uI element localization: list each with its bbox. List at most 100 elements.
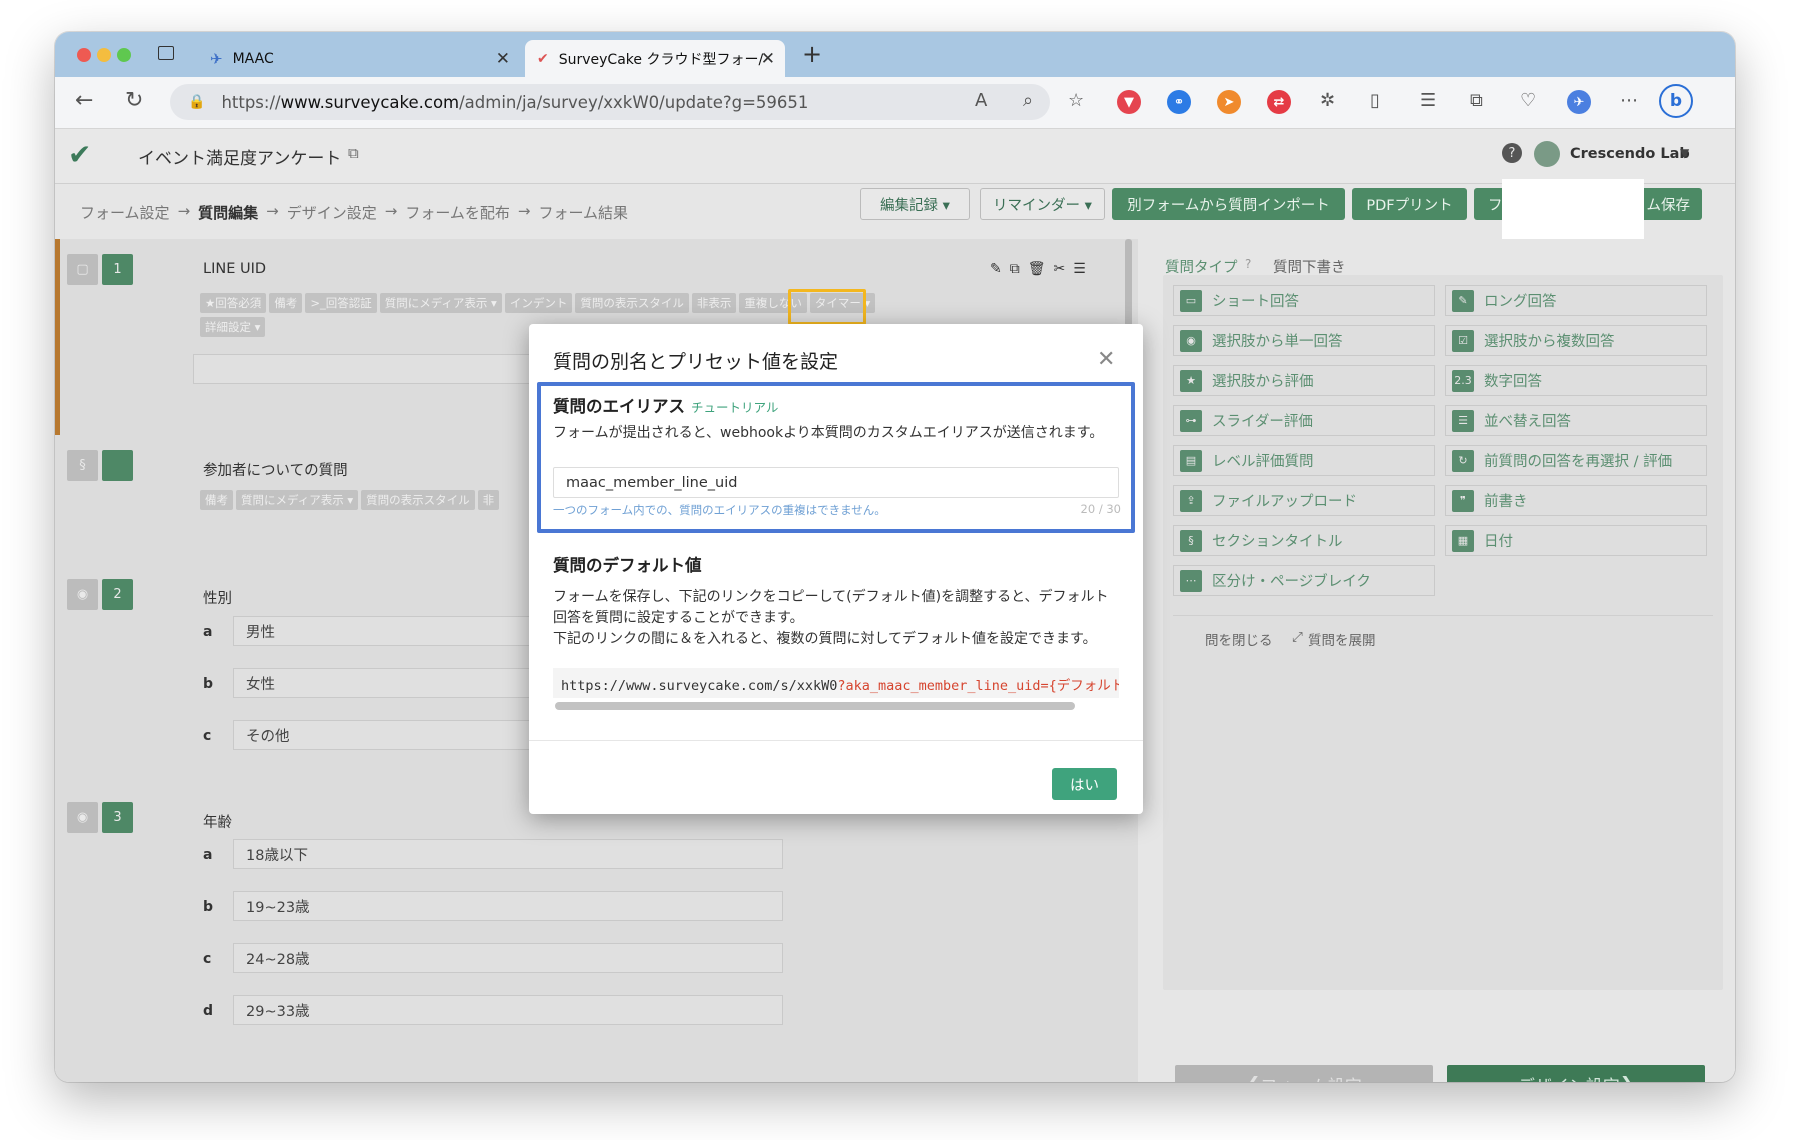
required-chip[interactable]: ★回答必須 <box>200 293 267 313</box>
question-handle-icon[interactable]: ▢ <box>67 254 98 285</box>
type-choice-rating[interactable]: ★ 選択肢から評価 <box>1173 365 1435 396</box>
profile-avatar-icon[interactable]: ✈ <box>1567 90 1591 114</box>
minimize-window-button[interactable] <box>97 48 111 62</box>
close-tab-icon[interactable]: ✕ <box>496 49 510 69</box>
radio-type-icon[interactable]: ◉ <box>67 579 98 610</box>
hidden-chip[interactable]: 非 <box>477 490 500 510</box>
next-step-button[interactable]: デザイン設定❯ <box>1447 1065 1705 1082</box>
import-questions-button[interactable]: 別フォームから質問インポート <box>1112 188 1345 220</box>
step-form-settings[interactable]: フォーム設定 <box>80 202 170 223</box>
extension-red-icon[interactable]: ▼ <box>1117 90 1141 114</box>
step-design[interactable]: デザイン設定 <box>287 202 377 223</box>
option-input[interactable]: 29~33歳 <box>233 995 783 1025</box>
type-level-rating[interactable]: ▤ レベル評価質問 <box>1173 445 1435 476</box>
sidebar-toggle-icon[interactable] <box>158 46 174 60</box>
new-tab-icon[interactable]: + <box>802 40 822 68</box>
type-ranking[interactable]: ☰ 並べ替え回答 <box>1445 405 1707 436</box>
favorite-star-icon[interactable]: ☆ <box>1068 90 1084 111</box>
radio-type-icon[interactable]: ◉ <box>67 802 98 833</box>
horizontal-scrollbar[interactable] <box>555 702 1075 710</box>
type-preface[interactable]: ❞ 前書き <box>1445 485 1707 516</box>
display-style-chip[interactable]: 質問の表示スタイル <box>361 490 475 510</box>
back-icon[interactable]: ← <box>75 89 93 113</box>
account-name[interactable]: Crescendo Lab <box>1570 146 1690 162</box>
question-actions-icon[interactable]: ✎⧉🗑✂☰ <box>990 261 1094 277</box>
type-multiple-choice[interactable]: ☑ 選択肢から複数回答 <box>1445 325 1707 356</box>
type-page-break[interactable]: ⋯ 区分け・ページブレイク <box>1173 565 1435 596</box>
note-chip[interactable]: 備考 <box>200 490 233 510</box>
prev-step-button[interactable]: ❮フォーム設定 <box>1175 1065 1433 1082</box>
type-long-answer[interactable]: ✎ ロング回答 <box>1445 285 1707 316</box>
collections-icon[interactable]: ⧉ <box>1470 90 1483 111</box>
tab-question-types[interactable]: 質問タイプ <box>1165 256 1238 277</box>
surveycake-logo-icon[interactable]: ✔ <box>68 138 91 171</box>
extension-link-icon[interactable]: ⚭ <box>1167 90 1191 114</box>
section-title[interactable]: 参加者についての質問 <box>203 459 348 480</box>
read-aloud-icon[interactable]: A <box>975 90 987 111</box>
tab-question-drafts[interactable]: 質問下書き <box>1273 256 1346 277</box>
close-tab-icon[interactable]: ✕ <box>761 49 775 69</box>
type-slider[interactable]: ⊶ スライダー評価 <box>1173 405 1435 436</box>
step-question-edit[interactable]: 質問編集 <box>198 202 258 223</box>
bing-copilot-icon[interactable]: b <box>1659 84 1693 118</box>
external-link-icon[interactable]: ⧉ <box>348 144 359 162</box>
option-input[interactable]: 19~23歳 <box>233 891 783 921</box>
tab-maac[interactable]: ✈ MAAC ✕ <box>190 40 520 77</box>
type-label: 選択肢から複数回答 <box>1484 334 1615 350</box>
question-title[interactable]: LINE UID <box>203 261 266 277</box>
tab-surveycake[interactable]: ✔ SurveyCake クラウド型フォー/ ✕ <box>525 40 785 77</box>
type-short-answer[interactable]: ▭ ショート回答 <box>1173 285 1435 316</box>
extension-sync-icon[interactable]: ⇄ <box>1267 90 1291 114</box>
validation-chip[interactable]: >_回答認証 <box>305 293 377 313</box>
health-icon[interactable]: ♡ <box>1520 90 1536 111</box>
favorites-icon[interactable]: ☰ <box>1420 90 1436 111</box>
extensions-puzzle-icon[interactable]: ✲ <box>1320 90 1335 111</box>
advanced-settings-chip[interactable]: 詳細設定 ▾ <box>200 317 266 337</box>
chevron-down-icon[interactable]: ▼ <box>1680 146 1689 160</box>
note-chip[interactable]: 備考 <box>269 293 303 313</box>
option-input[interactable]: 24~28歳 <box>233 943 783 973</box>
type-reselect[interactable]: ↻ 前質問の回答を再選択 / 評価 <box>1445 445 1707 476</box>
edit-log-button[interactable]: 編集記録 ▾ <box>860 188 970 220</box>
type-number[interactable]: 2.3 数字回答 <box>1445 365 1707 396</box>
reload-icon[interactable]: ↻ <box>125 89 143 113</box>
step-results[interactable]: フォーム結果 <box>538 202 628 223</box>
media-chip[interactable]: 質問にメディア表示 ▾ <box>379 293 502 313</box>
split-screen-icon[interactable]: ▯ <box>1370 90 1380 111</box>
radio-icon: ◉ <box>1180 329 1202 352</box>
close-window-button[interactable] <box>77 48 91 62</box>
type-section-title[interactable]: § セクションタイトル <box>1173 525 1435 556</box>
media-chip[interactable]: 質問にメディア表示 ▾ <box>236 490 359 510</box>
extension-orange-icon[interactable]: ➤ <box>1217 90 1241 114</box>
indent-chip[interactable]: インデント <box>504 293 573 313</box>
alias-input[interactable]: maac_member_line_uid <box>553 467 1119 498</box>
default-value-link[interactable]: https://www.surveycake.com/s/xxkW0?aka_m… <box>553 668 1119 698</box>
more-menu-icon[interactable]: ⋯ <box>1620 90 1638 111</box>
account-avatar[interactable] <box>1534 141 1560 167</box>
type-label: 並べ替え回答 <box>1484 414 1571 430</box>
question-title[interactable]: 性別 <box>203 587 232 608</box>
collapse-questions-link[interactable]: 問を閉じる <box>1205 629 1273 649</box>
expand-questions-link[interactable]: 質問を展開 <box>1308 629 1376 649</box>
display-style-chip[interactable]: 質問の表示スタイル <box>575 293 689 313</box>
step-distribute[interactable]: フォームを配布 <box>405 202 510 223</box>
type-file-upload[interactable]: ⇪ ファイルアップロード <box>1173 485 1435 516</box>
section-icon[interactable]: § <box>67 450 98 481</box>
option-input[interactable]: 18歳以下 <box>233 839 783 869</box>
help-icon[interactable]: ? <box>1502 143 1522 163</box>
checkbox-icon: ☑ <box>1452 329 1474 352</box>
url-field[interactable]: 🔒 https://www.surveycake.com/admin/ja/su… <box>170 84 1050 120</box>
zoom-icon[interactable]: ⌕ <box>1023 90 1033 111</box>
question-title[interactable]: 年齢 <box>203 811 232 832</box>
pdf-print-button[interactable]: PDFプリント <box>1352 188 1467 220</box>
tutorial-link[interactable]: チュートリアル <box>691 400 778 415</box>
ok-button[interactable]: はい <box>1052 768 1117 800</box>
hidden-chip[interactable]: 非表示 <box>691 293 737 313</box>
help-icon[interactable]: ? <box>1245 257 1251 271</box>
type-date[interactable]: ▦ 日付 <box>1445 525 1707 556</box>
zoom-window-button[interactable] <box>117 48 131 62</box>
close-icon[interactable]: ✕ <box>1097 347 1115 372</box>
type-single-choice[interactable]: ◉ 選択肢から単一回答 <box>1173 325 1435 356</box>
type-label: セクションタイトル <box>1212 534 1343 550</box>
reminder-button[interactable]: リマインダー ▾ <box>980 188 1105 220</box>
